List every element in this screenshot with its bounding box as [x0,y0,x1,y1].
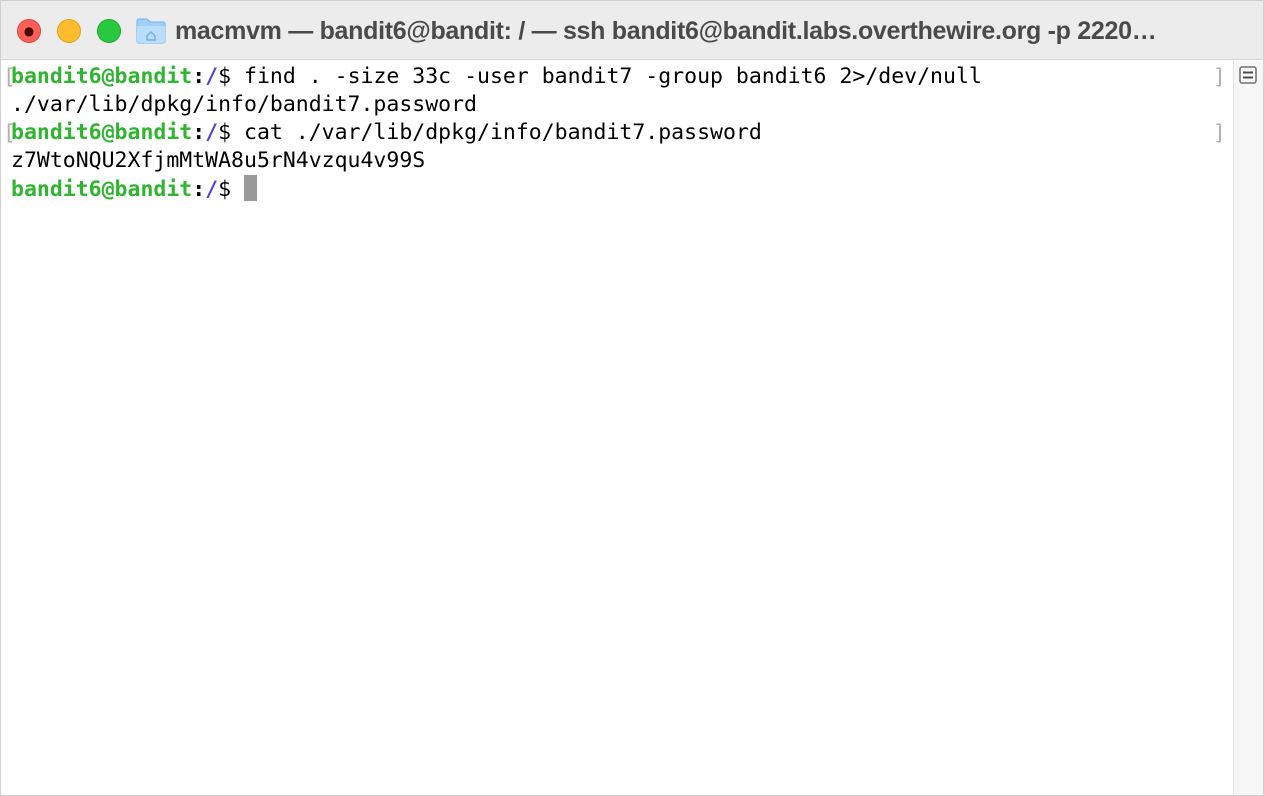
prompt-user-host: bandit6@bandit [11,177,193,202]
minimize-button[interactable] [57,19,81,43]
command-text: cat ./var/lib/dpkg/info/bandit7.password [231,120,762,145]
command-line: bandit6@bandit:/$ find . -size 33c -user… [11,63,982,91]
title-bar[interactable]: ● macmvm — bandit6@bandit: / — ssh bandi… [1,1,1263,60]
line-mark-right: ] [1213,65,1226,89]
prompt-colon: : [192,177,206,202]
scrollbar-menu-icon[interactable] [1238,64,1258,86]
output-line: ./var/lib/dpkg/info/bandit7.password [11,92,477,117]
zoom-button[interactable] [97,19,121,43]
prompt-dir: / [205,120,219,145]
close-icon: ● [23,24,35,38]
output-line: z7WtoNQU2XfjmMtWA8u5rN4vzqu4v99S [11,148,426,173]
window-title: macmvm — bandit6@bandit: / — ssh bandit6… [175,17,1157,45]
prompt-colon: : [192,120,206,145]
command-text: find . -size 33c -user bandit7 -group ba… [231,64,982,89]
close-button[interactable]: ● [17,19,41,43]
terminal-content[interactable]: [ bandit6@bandit:/$ find . -size 33c -us… [1,61,1233,795]
prompt-dir: / [205,177,219,202]
prompt-symbol: $ [218,120,232,145]
input-text [231,177,244,202]
folder-icon [136,18,166,44]
prompt-user-host: bandit6@bandit [11,64,193,89]
prompt-colon: : [192,64,206,89]
prompt-symbol: $ [218,177,232,202]
active-prompt-line[interactable]: bandit6@bandit:/$ [11,175,258,203]
line-mark-right: ] [1213,121,1226,145]
text-cursor [244,175,258,201]
command-line: bandit6@bandit:/$ cat ./var/lib/dpkg/inf… [11,119,762,147]
terminal-window: ● macmvm — bandit6@bandit: / — ssh bandi… [0,0,1264,796]
vertical-scrollbar[interactable] [1233,61,1263,795]
prompt-symbol: $ [218,64,232,89]
prompt-user-host: bandit6@bandit [11,120,193,145]
prompt-dir: / [205,64,219,89]
